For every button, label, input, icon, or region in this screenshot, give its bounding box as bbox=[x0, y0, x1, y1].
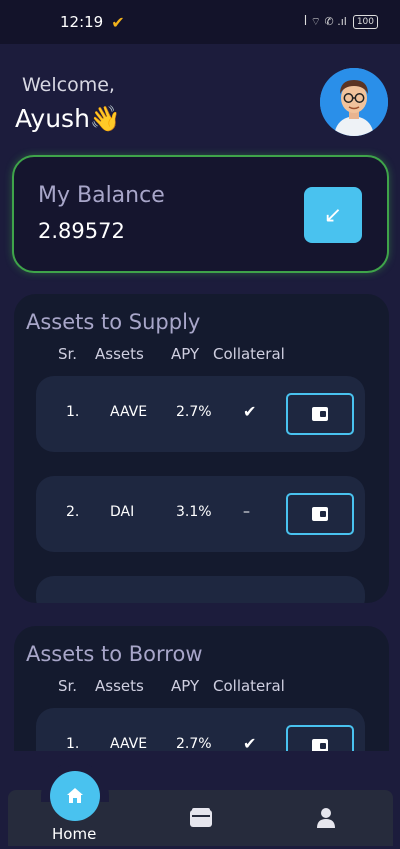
nav-profile-button[interactable] bbox=[314, 806, 338, 830]
table-row: 1. AAVE 2.7% ✔ bbox=[36, 376, 365, 452]
column-header-assets: Assets bbox=[95, 345, 144, 363]
avatar-illustration bbox=[320, 68, 388, 136]
row-asset: AAVE bbox=[110, 404, 148, 420]
wallet-icon bbox=[190, 808, 212, 827]
column-header-sr: Sr. bbox=[58, 345, 78, 363]
nav-wallet-button[interactable] bbox=[188, 806, 214, 830]
table-row-partial bbox=[36, 576, 365, 603]
balance-label: My Balance bbox=[38, 183, 165, 208]
balance-value: 2.89572 bbox=[38, 219, 125, 243]
row-collateral: – bbox=[243, 504, 250, 520]
supply-panel: Assets to Supply Sr. Assets APY Collater… bbox=[14, 294, 389, 603]
check-icon: ✔ bbox=[243, 402, 257, 421]
avatar[interactable] bbox=[320, 68, 388, 136]
nav-home-label: Home bbox=[52, 825, 97, 843]
profile-icon bbox=[317, 808, 335, 828]
row-sr: 1. bbox=[66, 736, 80, 751]
wallet-icon bbox=[312, 739, 328, 751]
welcome-text: Welcome, bbox=[22, 74, 115, 96]
status-time: 12:19 bbox=[60, 13, 104, 31]
check-icon: ✔ bbox=[243, 734, 257, 751]
row-apy: 3.1% bbox=[176, 504, 212, 520]
borrow-wallet-button[interactable] bbox=[286, 725, 354, 751]
arrow-down-left-icon: ↙ bbox=[323, 202, 343, 228]
table-row: 1. AAVE 2.7% ✔ bbox=[36, 708, 365, 751]
nav-home-button[interactable] bbox=[50, 771, 100, 821]
borrow-title: Assets to Borrow bbox=[26, 642, 203, 666]
receive-button[interactable]: ↙ bbox=[304, 187, 362, 243]
row-sr: 1. bbox=[66, 404, 80, 420]
row-asset: DAI bbox=[110, 504, 135, 520]
row-asset: AAVE bbox=[110, 736, 148, 751]
supply-title: Assets to Supply bbox=[26, 310, 201, 334]
wallet-icon bbox=[312, 407, 328, 421]
check-icon: ✔ bbox=[111, 12, 125, 32]
column-header-collateral: Collateral bbox=[213, 345, 285, 363]
status-bar: 12:19 ✔ ꟾ ⌔ ✆ .ıl 100 bbox=[0, 0, 400, 44]
wallet-icon bbox=[312, 507, 328, 521]
balance-card: My Balance 2.89572 ↙ bbox=[12, 155, 389, 273]
supply-wallet-button[interactable] bbox=[286, 493, 354, 535]
battery-icon: 100 bbox=[352, 15, 378, 29]
column-header-assets: Assets bbox=[95, 677, 144, 695]
borrow-panel: Assets to Borrow Sr. Assets APY Collater… bbox=[14, 626, 389, 751]
row-apy: 2.7% bbox=[176, 404, 212, 420]
status-icons: ꟾ ⌔ ✆ .ıl 100 bbox=[304, 15, 378, 29]
column-header-collateral: Collateral bbox=[213, 677, 285, 695]
table-row: 2. DAI 3.1% – bbox=[36, 476, 365, 552]
column-header-sr: Sr. bbox=[58, 677, 78, 695]
supply-wallet-button[interactable] bbox=[286, 393, 354, 435]
signal-icons: ꟾ ⌔ ✆ .ıl bbox=[303, 15, 347, 28]
row-sr: 2. bbox=[66, 504, 80, 520]
column-header-apy: APY bbox=[171, 345, 200, 363]
home-icon bbox=[67, 788, 83, 803]
column-header-apy: APY bbox=[171, 677, 200, 695]
username: Ayush👋 bbox=[15, 104, 122, 133]
row-apy: 2.7% bbox=[176, 736, 212, 751]
